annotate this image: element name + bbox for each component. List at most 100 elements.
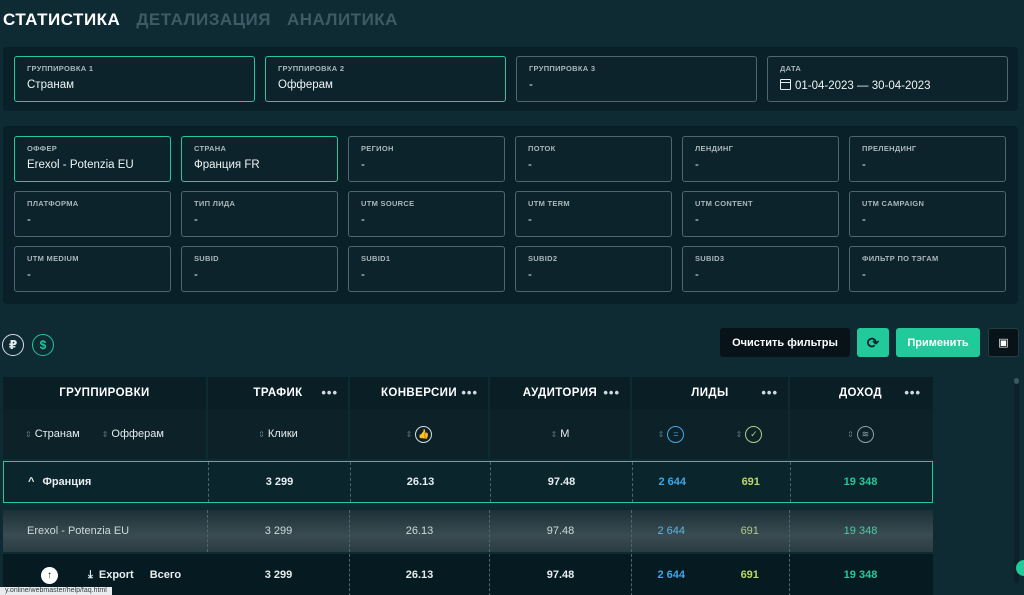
total-actions: ↑ ⤓ Export Всего (3, 566, 208, 584)
filter-field[interactable]: SUBID1 - (348, 246, 505, 292)
row-conversions: 26.13 (351, 462, 491, 502)
filter-field[interactable]: UTM CAMPAIGN - (849, 191, 1006, 237)
more-icon[interactable]: ••• (321, 385, 338, 400)
refresh-button[interactable]: ⟳ (857, 328, 889, 357)
field-label: SUBID (194, 254, 219, 263)
sort-icon: ⇕ (25, 430, 32, 439)
grouping-2-select[interactable]: ГРУППИРОВКА 2 Офферам (265, 56, 506, 102)
sort-icon: ⇕ (101, 430, 109, 439)
chevron-up-icon[interactable]: ^ (28, 476, 34, 488)
currency-rub-toggle[interactable]: ₽ (2, 334, 24, 356)
field-label: SUBID3 (695, 254, 725, 263)
table-header-row: ГРУППИРОВКИ ТРАФИК ••• КОНВЕРСИИ ••• АУДИТ… (3, 377, 933, 409)
export-button[interactable]: ⤓ Export (88, 569, 134, 582)
grouping-3-select[interactable]: ГРУППИРОВКА 3 - (516, 56, 757, 102)
row-group-cell: ^ Франция (4, 462, 209, 502)
tab-statistics[interactable]: СТАТИСТИКА (3, 10, 120, 30)
row-leads: 2 644 691 (632, 510, 790, 552)
filter-field[interactable]: ФИЛЬТР ПО ТЭГАМ - (849, 246, 1006, 292)
leads-approved: 691 (740, 525, 759, 537)
total-leads: 2 644 691 (632, 554, 790, 595)
apply-button[interactable]: Применить (896, 328, 980, 357)
row-traffic: 3 299 (208, 510, 350, 552)
date-range-value: 01-04-2023 — 30-04-2023 (795, 80, 931, 92)
more-icon[interactable]: ••• (761, 385, 778, 400)
row-conversions: 26.13 (350, 510, 490, 552)
total-audience: 97.48 (490, 554, 632, 595)
grouping-panel: ГРУППИРОВКА 1 Странам ГРУППИРОВКА 2 Оффе… (3, 47, 1018, 111)
money-icon: ≋ (856, 425, 874, 443)
filter-field[interactable]: UTM SOURCE - (348, 191, 505, 237)
sort-offer[interactable]: ⇕ Офферам (102, 428, 164, 440)
thumbs-up-icon: 👍 (415, 425, 433, 443)
scroll-top-icon[interactable]: ↑ (41, 566, 58, 584)
currency-usd-toggle[interactable]: $ (32, 334, 54, 356)
field-label: ГРУППИРОВКА 3 (529, 64, 596, 73)
subheader-conversions[interactable]: ⇕ 👍 (350, 409, 490, 459)
tab-analytics[interactable]: АНАЛИТИКА (287, 10, 398, 30)
check-icon: ✓ (745, 425, 763, 443)
sort-icon: ⇕ (258, 429, 265, 439)
filter-field[interactable]: UTM CONTENT - (682, 191, 839, 237)
header-label: ГРУППИРОВКИ (59, 387, 150, 399)
filter-field[interactable]: SUBID2 - (515, 246, 672, 292)
field-value: - (27, 269, 31, 281)
field-label: ГРУППИРОВКА 1 (27, 64, 94, 73)
sort-country[interactable]: ⇕ Странам (25, 428, 80, 440)
floppy-icon: ▣ (998, 337, 1009, 349)
subheader-leads: ⇕ = ⇕ ✓ (632, 409, 790, 459)
field-label: РЕГИОН (361, 144, 394, 153)
filter-field[interactable]: ПРЕЛЕНДИНГ - (849, 136, 1006, 182)
more-icon[interactable]: ••• (461, 385, 478, 400)
filter-field[interactable]: ЛЕНДИНГ - (682, 136, 839, 182)
filter-field[interactable]: UTM MEDIUM - (14, 246, 171, 292)
filter-field[interactable]: UTM TERM - (515, 191, 672, 237)
table-scrollbar[interactable] (1014, 378, 1019, 583)
field-label: ПОТОК (528, 144, 556, 153)
filter-field[interactable]: SUBID - (181, 246, 338, 292)
sort-icon: ⇕ (657, 430, 665, 439)
total-traffic: 3 299 (208, 554, 350, 595)
field-value: - (528, 269, 532, 281)
row-name: Erexol - Potenzia EU (3, 510, 208, 552)
subheader-income[interactable]: ⇕ ≋ (790, 409, 931, 459)
field-label: SUBID1 (361, 254, 391, 263)
field-label: UTM CAMPAIGN (862, 199, 925, 208)
tab-details[interactable]: ДЕТАЛИЗАЦИЯ (136, 10, 271, 30)
subheader-groupings: ⇕ Странам ⇕ Офферам (3, 409, 208, 459)
header-conversions: КОНВЕРСИИ ••• (350, 377, 490, 409)
header-income: ДОХОД ••• (790, 377, 931, 409)
clear-filters-button[interactable]: Очистить фильтры (720, 328, 850, 357)
more-icon[interactable]: ••• (603, 385, 620, 400)
status-bar-url: y.online/webmaster/help/faq.html (0, 587, 112, 595)
header-label: ТРАФИК (253, 387, 303, 399)
leads-approved: 691 (741, 476, 760, 488)
leads-total: 2 644 (657, 569, 686, 581)
table-row-country[interactable]: ^ Франция 3 299 26.13 97.48 2 644 691 19 3… (3, 461, 933, 503)
filter-field[interactable]: СТРАНА Франция FR (181, 136, 338, 182)
filter-field[interactable]: SUBID3 - (682, 246, 839, 292)
table-subheader-row: ⇕ Странам ⇕ Офферам ⇕ Клики ⇕ 👍 ⇕ М ⇕ = ⇕ ✓ ⇕ ≋ (3, 409, 933, 459)
filter-field[interactable]: ОФФЕР Erexol - Potenzia EU (14, 136, 171, 182)
sub-label: М (560, 428, 570, 440)
subheader-audience[interactable]: ⇕ М (490, 409, 632, 459)
sort-leads-total[interactable]: ⇕ = (657, 425, 685, 443)
subheader-clicks[interactable]: ⇕ Клики (208, 409, 350, 459)
header-label: ДОХОД (838, 387, 883, 399)
filter-field[interactable]: ПОТОК - (515, 136, 672, 182)
filter-field[interactable]: ПЛАТФОРМА - (14, 191, 171, 237)
field-value: Странам (27, 79, 75, 91)
filter-field[interactable]: РЕГИОН - (348, 136, 505, 182)
filter-field[interactable]: ТИП ЛИДА - (181, 191, 338, 237)
field-label: ПЛАТФОРМА (27, 199, 79, 208)
table-row-offer[interactable]: Erexol - Potenzia EU 3 299 26.13 97.48 2… (3, 510, 933, 552)
grouping-1-select[interactable]: ГРУППИРОВКА 1 Странам (14, 56, 255, 102)
export-label: Export (98, 568, 134, 581)
save-button[interactable]: ▣ (988, 328, 1019, 357)
date-range-picker[interactable]: ДАТА 01-04-2023 — 30-04-2023 (767, 56, 1008, 102)
field-value: Франция FR (194, 159, 260, 171)
field-value: - (361, 269, 365, 281)
sort-leads-approved[interactable]: ⇕ ✓ (736, 425, 763, 443)
scrollbar-thumb[interactable] (1014, 378, 1019, 384)
more-icon[interactable]: ••• (904, 385, 921, 400)
